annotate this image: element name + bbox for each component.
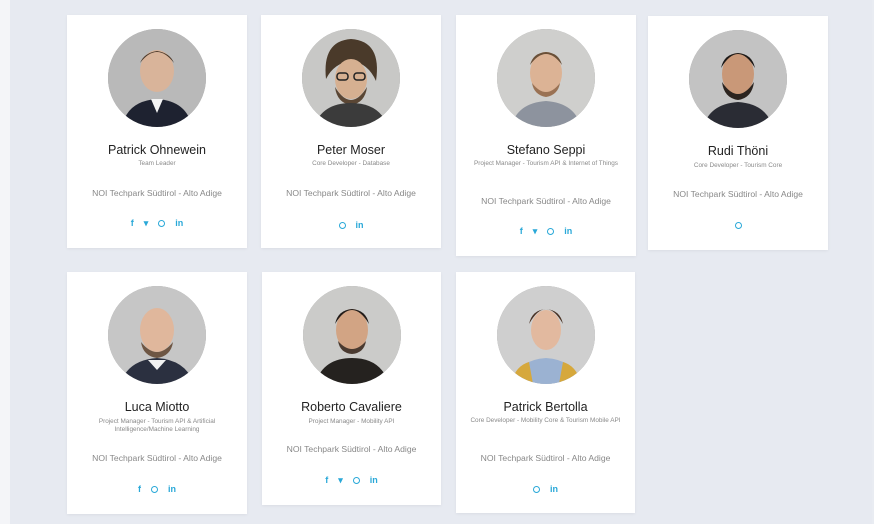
member-location: NOI Techpark Südtirol - Alto Adige — [286, 188, 416, 198]
social-links: f ▾ in — [262, 475, 441, 486]
member-role: Project Manager - Tourism API & Internet… — [474, 160, 618, 167]
avatar — [108, 29, 206, 127]
linkedin-icon[interactable]: in — [564, 226, 572, 236]
team-section: Patrick Ohnewein Team Leader NOI Techpar… — [10, 0, 872, 524]
avatar — [497, 29, 595, 127]
team-card: Roberto Cavaliere Project Manager - Mobi… — [262, 272, 441, 505]
member-name: Patrick Bertolla — [503, 400, 588, 414]
avatar — [496, 286, 595, 384]
page-left-edge — [0, 0, 10, 524]
facebook-icon[interactable]: f — [520, 226, 523, 236]
avatar — [689, 30, 787, 128]
member-role: Team Leader — [138, 160, 176, 167]
github-icon[interactable] — [158, 218, 166, 228]
member-role: Core Developer - Mobility Core & Tourism… — [470, 417, 621, 424]
member-name: Peter Moser — [316, 143, 386, 157]
member-name: Patrick Ohnewein — [108, 143, 206, 157]
avatar — [302, 286, 401, 384]
member-location: NOI Techpark Südtirol - Alto Adige — [480, 453, 611, 463]
social-links: f in — [67, 484, 247, 494]
linkedin-icon[interactable]: in — [356, 220, 364, 230]
avatar — [108, 286, 206, 384]
member-name: Roberto Cavaliere — [301, 400, 402, 414]
member-name: Rudi Thöni — [707, 144, 769, 158]
team-card: Rudi Thöni Core Developer - Tourism Core… — [648, 16, 828, 250]
github-icon[interactable] — [547, 226, 555, 236]
twitter-icon[interactable]: ▾ — [338, 475, 343, 486]
team-card: Stefano Seppi Project Manager - Tourism … — [456, 15, 636, 256]
social-links: in — [261, 220, 441, 230]
social-links: f ▾ in — [67, 218, 247, 229]
facebook-icon[interactable]: f — [131, 218, 134, 228]
member-location: NOI Techpark Südtirol - Alto Adige — [286, 444, 417, 454]
member-location: NOI Techpark Südtirol - Alto Adige — [481, 196, 611, 206]
github-icon[interactable] — [151, 484, 158, 494]
team-card: Patrick Ohnewein Team Leader NOI Techpar… — [67, 15, 247, 248]
member-location: NOI Techpark Südtirol - Alto Adige — [92, 453, 222, 463]
linkedin-icon[interactable]: in — [168, 484, 176, 494]
github-icon[interactable] — [533, 484, 540, 494]
facebook-icon[interactable]: f — [138, 484, 141, 494]
github-icon[interactable] — [734, 220, 742, 230]
member-name: Luca Miotto — [124, 400, 190, 414]
team-card: Luca Miotto Project Manager - Tourism AP… — [67, 272, 247, 514]
member-role: Project Manager - Mobility API — [308, 418, 395, 425]
member-location: NOI Techpark Südtirol - Alto Adige — [673, 189, 803, 199]
linkedin-icon[interactable]: in — [175, 218, 183, 228]
member-role: Project Manager - Tourism API & Artifici… — [98, 418, 216, 433]
social-links: f ▾ in — [456, 226, 636, 237]
member-role: Core Developer - Database — [312, 160, 390, 167]
member-name: Stefano Seppi — [506, 143, 586, 157]
twitter-icon[interactable]: ▾ — [144, 218, 149, 229]
linkedin-icon[interactable]: in — [370, 475, 378, 485]
linkedin-icon[interactable]: in — [550, 484, 558, 494]
github-icon[interactable] — [338, 220, 346, 230]
github-icon[interactable] — [352, 475, 360, 485]
facebook-icon[interactable]: f — [325, 475, 328, 485]
social-links: in — [456, 484, 635, 494]
member-role: Core Developer - Tourism Core — [693, 162, 783, 169]
social-links — [648, 220, 828, 230]
avatar — [302, 29, 400, 127]
team-card: Peter Moser Core Developer - Database NO… — [261, 15, 441, 248]
team-card: Patrick Bertolla Core Developer - Mobili… — [456, 272, 635, 513]
twitter-icon[interactable]: ▾ — [533, 226, 538, 237]
member-location: NOI Techpark Südtirol - Alto Adige — [92, 188, 222, 198]
